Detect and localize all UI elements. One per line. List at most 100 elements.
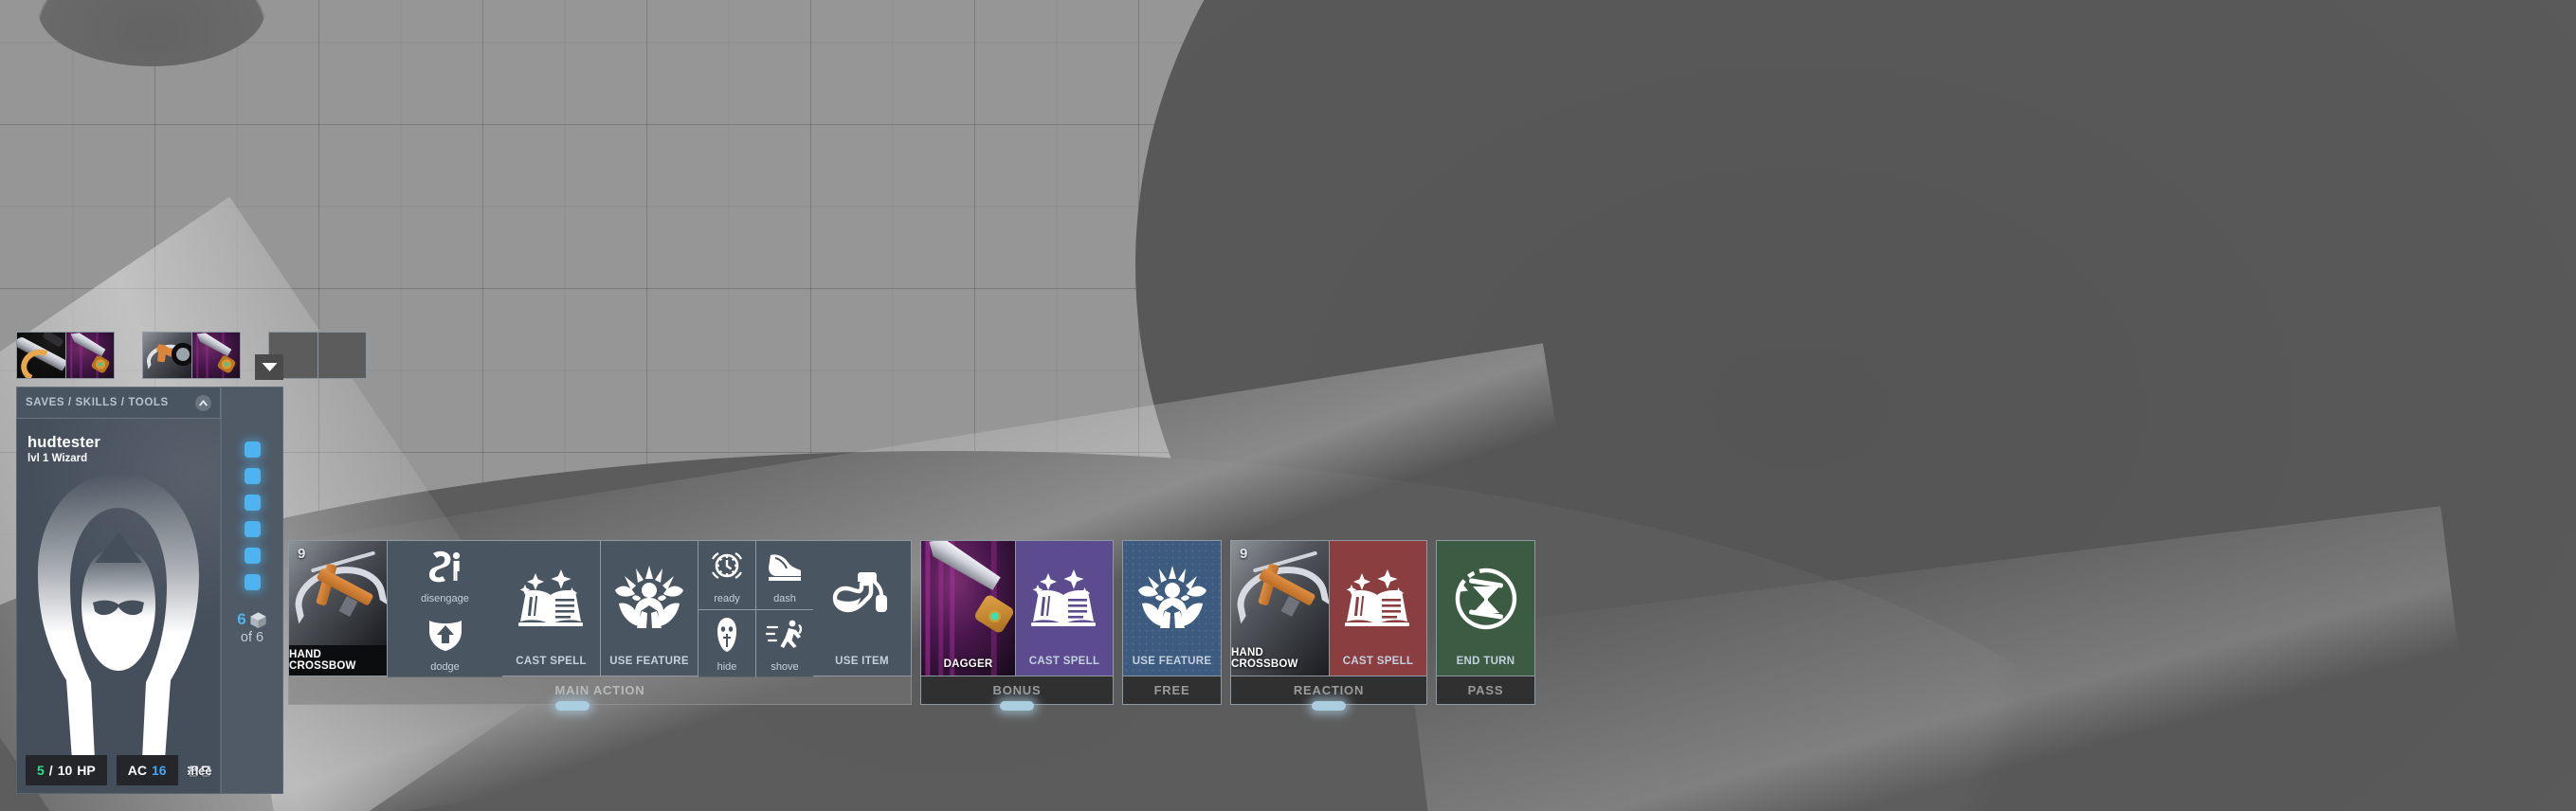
main-action-footer: MAIN ACTION <box>288 676 912 711</box>
hooded-figure-icon <box>28 457 209 769</box>
action-dash[interactable]: dash <box>755 541 813 609</box>
resource-dice-column[interactable]: 6 of 6 <box>221 387 283 794</box>
loadout-weapon-scimitar[interactable] <box>17 333 65 378</box>
character-subtitle: lvl 1 Wizard <box>27 453 88 464</box>
saves-skills-tools-header[interactable]: SAVES / SKILLS / TOOLS <box>16 387 221 419</box>
chevron-down-icon[interactable] <box>255 354 283 380</box>
hp-badge[interactable]: 5 / 10 HP <box>26 755 107 785</box>
dodge-label: dodge <box>430 661 460 673</box>
reaction-cast-spell-label: CAST SPELL <box>1342 656 1414 668</box>
action-shove[interactable]: shove <box>755 609 813 677</box>
dice-pip[interactable] <box>244 574 261 590</box>
action-cast-spell[interactable]: CAST SPELL <box>502 541 600 676</box>
loadout-empty-cell-b[interactable] <box>317 333 366 378</box>
bonus-selected-indicator <box>1000 701 1034 711</box>
action-dagger[interactable]: DAGGER <box>921 541 1015 676</box>
action-dodge[interactable]: dodge <box>387 609 502 677</box>
spellbook-icon <box>1016 541 1113 656</box>
loadout-slot-2[interactable] <box>142 332 241 379</box>
action-use-item[interactable]: USE ITEM <box>813 541 911 676</box>
free-footer: FREE <box>1122 676 1222 705</box>
bonus-footer-label: BONUS <box>992 683 1042 697</box>
action-use-feature[interactable]: USE FEATURE <box>600 541 698 676</box>
free-use-feature-label: USE FEATURE <box>1132 656 1212 668</box>
dice-pip[interactable] <box>244 442 261 458</box>
action-disengage[interactable]: disengage <box>387 541 502 609</box>
loadout-weapon-crossbow[interactable] <box>143 333 191 378</box>
dash-label: dash <box>773 593 796 604</box>
dice-pip[interactable] <box>244 468 261 484</box>
action-group-main: 9 HAND CROSSBOW disengage dodge CAST SPE… <box>288 540 912 711</box>
character-stats-row: 5 / 10 HP AC 16 hee <box>26 755 211 785</box>
loadout-slot-1[interactable] <box>16 332 115 379</box>
potion-flask-icon <box>813 541 911 656</box>
action-end-turn[interactable]: END TURN <box>1437 541 1534 676</box>
ac-value: 16 <box>151 763 167 778</box>
action-ready[interactable]: ready <box>698 541 755 609</box>
loadout-weapon-dagger-2[interactable] <box>191 333 240 378</box>
shove-label: shove <box>771 661 799 673</box>
action-group-pass: END TURN PASS <box>1436 540 1535 705</box>
feature-radiance-icon <box>601 541 698 656</box>
main-action-footer-label: MAIN ACTION <box>554 683 645 697</box>
reaction-footer: REACTION <box>1230 676 1427 711</box>
hand-crossbow-ammo-count: 9 <box>298 546 306 562</box>
use-item-label: USE ITEM <box>835 656 889 668</box>
use-feature-label: USE FEATURE <box>609 656 689 668</box>
sheet-button[interactable]: Sheet <box>188 755 211 785</box>
action-reaction-hand-crossbow[interactable]: 9 HAND CROSSBOW <box>1231 541 1329 676</box>
dice-pip[interactable] <box>244 521 261 537</box>
loadout-hotbar[interactable] <box>16 332 367 379</box>
ready-label: ready <box>714 593 740 604</box>
boot-icon <box>767 541 803 591</box>
loadout-weapon-dagger[interactable] <box>65 333 114 378</box>
character-portrait-body: hudtester lvl 1 Wizard 5 / 10 HP AC 16 h… <box>16 419 221 794</box>
battle-map-stage: SAVES / SKILLS / TOOLS hudtester lvl 1 W… <box>0 0 2576 811</box>
action-group-free: USE FEATURE FREE <box>1122 540 1222 705</box>
character-name: hudtester <box>27 434 100 451</box>
shield-up-icon <box>427 609 463 659</box>
hourglass-rotate-icon <box>1437 541 1534 656</box>
hp-separator: / <box>48 763 53 778</box>
action-group-bonus: DAGGER CAST SPELL BONUS <box>920 540 1114 711</box>
action-bar: 9 HAND CROSSBOW disengage dodge CAST SPE… <box>288 540 1535 811</box>
hide-cloak-icon <box>713 610 741 659</box>
action-reaction-cast-spell[interactable]: CAST SPELL <box>1329 541 1426 676</box>
cast-spell-label: CAST SPELL <box>516 656 587 668</box>
ac-badge[interactable]: AC 16 <box>116 755 178 785</box>
main-action-selected-indicator <box>555 701 590 711</box>
dice-pip[interactable] <box>244 548 261 564</box>
dice-remaining-value: 6 <box>237 610 246 628</box>
shove-icon <box>766 610 804 659</box>
action-group-pass-row: END TURN <box>1436 540 1535 676</box>
action-free-use-feature[interactable]: USE FEATURE <box>1123 541 1221 676</box>
saves-skills-tools-title: SAVES / SKILLS / TOOLS <box>26 397 169 408</box>
dice-remaining-row: 6 <box>237 610 266 629</box>
action-bonus-cast-spell[interactable]: CAST SPELL <box>1015 541 1113 676</box>
action-hide[interactable]: hide <box>698 609 755 677</box>
action-group-bonus-row: DAGGER CAST SPELL <box>920 540 1114 676</box>
ac-label: AC <box>127 763 147 778</box>
action-group-reaction-row: 9 HAND CROSSBOW CAST SPELL <box>1230 540 1427 676</box>
disengage-icon <box>426 541 464 591</box>
disengage-label: disengage <box>421 593 469 604</box>
utility-actions-grid: disengage dodge <box>387 541 502 677</box>
end-turn-label: END TURN <box>1456 656 1515 668</box>
dice-pip[interactable] <box>244 495 261 511</box>
feature-radiance-icon <box>1123 541 1221 656</box>
action-group-main-row: 9 HAND CROSSBOW disengage dodge CAST SPE… <box>288 540 912 677</box>
hide-label: hide <box>717 661 737 673</box>
spellbook-icon <box>502 541 600 656</box>
ready-clock-icon <box>709 541 745 591</box>
dagger-label: DAGGER <box>943 658 993 670</box>
hand-crossbow-label: HAND CROSSBOW <box>289 645 387 676</box>
free-footer-label: FREE <box>1153 683 1190 697</box>
reaction-hand-crossbow-label: HAND CROSSBOW <box>1231 647 1298 670</box>
chevron-up-icon[interactable] <box>195 394 211 411</box>
reaction-hand-crossbow-ammo-count: 9 <box>1240 546 1248 562</box>
hp-current: 5 <box>37 763 45 778</box>
action-hand-crossbow[interactable]: 9 HAND CROSSBOW <box>289 541 387 676</box>
cube-icon <box>250 611 266 628</box>
pass-footer-label: PASS <box>1467 683 1504 697</box>
reaction-selected-indicator <box>1312 701 1346 711</box>
